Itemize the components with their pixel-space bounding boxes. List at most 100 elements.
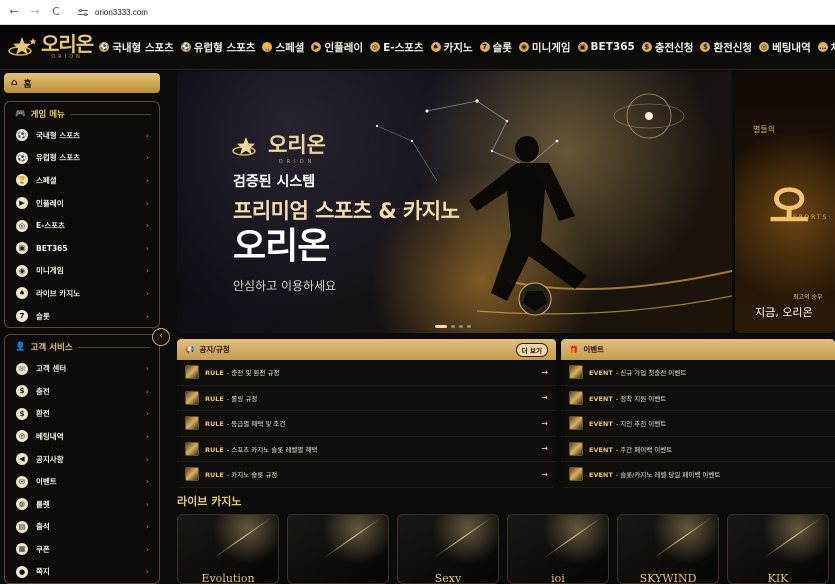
reload-icon[interactable]: C	[50, 6, 62, 18]
hero-carousel[interactable]: 오리온 ORION 검증된 시스템 프리미엄 스포츠 & 카지노 오리온 안심하…	[177, 71, 835, 333]
sidebar-item-label: 스페셜	[36, 175, 57, 185]
hero-logo: 오리온 ORION	[229, 129, 326, 165]
chevron-right-icon: ›	[145, 311, 149, 321]
thumbnail-icon	[569, 416, 583, 431]
menu-item[interactable]: ⚽ 유럽형 스포츠	[180, 40, 255, 55]
menu-item[interactable]: 7 슬롯	[479, 40, 512, 55]
arrow-right-icon: →	[541, 393, 548, 403]
menu-item[interactable]: …채	[817, 40, 835, 55]
megaphone-icon: 📢	[185, 345, 195, 354]
casino-provider-card[interactable]: Sexy	[397, 513, 499, 584]
sidebar-item-label: 라이브 카지노	[36, 288, 81, 298]
list-item[interactable]: RULE - 등급별 혜택 및 조건 →	[177, 411, 556, 437]
light-streak	[764, 516, 822, 558]
casino-provider-card[interactable]: KIK	[727, 513, 829, 584]
list-item[interactable]: EVENT - 주간 페이백 이벤트	[561, 437, 835, 462]
notice-title: 공지/규정	[199, 345, 230, 354]
list-item[interactable]: EVENT - 신규 가입 첫충전 이벤트	[561, 360, 835, 386]
light-streak	[544, 516, 602, 558]
chevron-right-icon: ›	[145, 522, 149, 532]
sidebar-item[interactable]: $ 충전 ›	[5, 380, 159, 403]
sidebar-item[interactable]: ◎ 베팅내역 ›	[5, 425, 159, 448]
next-slide-sports: SPORTS	[793, 214, 829, 221]
home-button[interactable]: ⌂ 홈	[4, 73, 160, 93]
sidebar-item[interactable]: ⚽ 국내형 스포츠 ›	[5, 124, 159, 147]
sidebar-item[interactable]: ▶ 인플레이 ›	[5, 192, 159, 215]
sidebar-item-icon: $	[16, 407, 28, 420]
hero-slide-next[interactable]: 별들의 오 SPORTS 최고의 승부 지금, 오리온	[735, 71, 835, 333]
menu-item[interactable]: $ 충전신청	[641, 40, 694, 55]
chat-icon: …	[817, 42, 828, 52]
sidebar-item[interactable]: ▤ 출석 ›	[5, 516, 159, 539]
sidebar-item[interactable]: ✉ 이벤트 ›	[5, 470, 159, 493]
divider	[77, 346, 151, 348]
casino-provider-card[interactable]	[287, 513, 389, 584]
list-item-title: - 정착 지원 이벤트	[615, 394, 667, 403]
sidebar-item[interactable]: ⚽ 유럽형 스포츠 ›	[5, 147, 159, 170]
list-item[interactable]: RULE - 롤링 규정 →	[177, 386, 556, 411]
logo-title: 오리온	[41, 32, 94, 56]
list-item[interactable]: RULE - 카지노 슬롯 규정 →	[177, 462, 556, 488]
sidebar-item[interactable]: 7 슬롯 ›	[5, 305, 159, 328]
menu-item-label: 채	[831, 40, 835, 55]
collapse-sidebar-button[interactable]: ‹	[152, 328, 170, 346]
notice-more-button[interactable]: 더 보기	[515, 342, 548, 357]
arrow-right-icon: →	[541, 367, 548, 377]
menu-item[interactable]: ◎ E-스포츠	[370, 40, 424, 55]
address-bar[interactable]: orion3333.com	[71, 3, 154, 21]
list-item-text: EVENT - 슬롯/카지노 레벨 당일 페이백 이벤트	[589, 469, 827, 479]
menu-item[interactable]: 🏆 스페셜	[262, 40, 304, 55]
carousel-dot[interactable]	[459, 325, 463, 328]
list-item-text: EVENT - 지인 추천 이벤트	[589, 418, 827, 428]
list-item-tag: EVENT	[589, 369, 613, 378]
list-item-tag: RULE	[205, 445, 224, 454]
list-item[interactable]: RULE - 충전 및 환전 규정 →	[177, 360, 556, 386]
casino-provider-card[interactable]: ioi	[507, 513, 609, 584]
list-item[interactable]: EVENT - 슬롯/카지노 레벨 당일 페이백 이벤트	[561, 462, 835, 488]
star-logo-icon	[232, 137, 256, 156]
hero-slide-active[interactable]: 오리온 ORION 검증된 시스템 프리미엄 스포츠 & 카지노 오리온 안심하…	[177, 71, 732, 333]
sidebar-item-icon: ◀	[16, 453, 28, 466]
sidebar-item[interactable]: ☏ 고객 센터 ›	[5, 357, 159, 380]
menu-item[interactable]: $ 환전신청	[700, 40, 752, 55]
list-item[interactable]: RULE - 스포츠 카지노 슬롯 레벨별 혜택 →	[177, 437, 556, 462]
casino-provider-card[interactable]: SKYWIND	[617, 513, 719, 584]
carousel-dot[interactable]	[467, 325, 471, 328]
sidebar-item-icon: ▣	[16, 242, 28, 255]
menu-item[interactable]: ▶ 인플레이	[311, 40, 363, 55]
list-item[interactable]: EVENT - 지인 추천 이벤트	[561, 411, 835, 437]
chevron-right-icon: ›	[145, 364, 149, 374]
back-icon[interactable]: ←	[8, 6, 20, 18]
carousel-dot[interactable]	[451, 325, 455, 328]
service-menu-title: 고객 서비스	[30, 343, 73, 354]
menu-item[interactable]: ▣ BET365	[577, 40, 635, 55]
forward-icon[interactable]: →	[29, 6, 41, 18]
sidebar-item[interactable]: $ 환전 ›	[5, 403, 159, 426]
sidebar-item[interactable]: ◍ 룰렛 ›	[5, 493, 159, 516]
menu-item[interactable]: ◎ 베팅내역	[759, 40, 811, 55]
sidebar-item[interactable]: 🏆 스페셜 ›	[5, 169, 159, 192]
sidebar-item[interactable]: ♠ 라이브 카지노 ›	[5, 282, 159, 305]
list-item-tag: EVENT	[589, 471, 613, 480]
top-header: 오리온 ORION ⚽ 국내형 스포츠 ⚽ 유럽형 스포츠 🏆 스페셜 ▶ 인플레이 ◎ E-스포…	[0, 25, 835, 70]
sidebar-item[interactable]: ◉ 미니게임 ›	[5, 260, 159, 283]
carousel-dot[interactable]	[435, 325, 447, 328]
arrow-right-icon: →	[541, 469, 548, 479]
menu-item[interactable]: ◉ 미니게임	[518, 40, 571, 55]
url-text: orion3333.com	[95, 7, 148, 17]
casino-provider-card[interactable]: Evolution	[177, 513, 279, 584]
sidebar-item[interactable]: ▣ BET365 ›	[5, 237, 159, 260]
menu-item[interactable]: ♠ 카지노	[430, 40, 473, 55]
site-logo[interactable]: 오리온 ORION	[6, 32, 94, 60]
menu-item[interactable]: ⚽ 국내형 스포츠	[99, 40, 174, 55]
sidebar-item-icon: 🏆	[16, 174, 28, 187]
next-slide-line-1: 별들의	[753, 125, 776, 134]
sidebar-item[interactable]: ● 쪽지 ›	[5, 561, 159, 584]
sidebar-item[interactable]: ◀ 공지사항 ›	[5, 448, 159, 471]
site-settings-icon[interactable]	[77, 7, 89, 17]
list-item[interactable]: EVENT - 정착 지원 이벤트	[561, 386, 835, 411]
list-item-tag: EVENT	[589, 394, 613, 403]
sidebar-item[interactable]: ◎ E-스포츠 ›	[5, 214, 159, 237]
menu-item-label: 충전신청	[654, 41, 694, 54]
sidebar-item[interactable]: ▦ 쿠폰 ›	[5, 538, 159, 561]
